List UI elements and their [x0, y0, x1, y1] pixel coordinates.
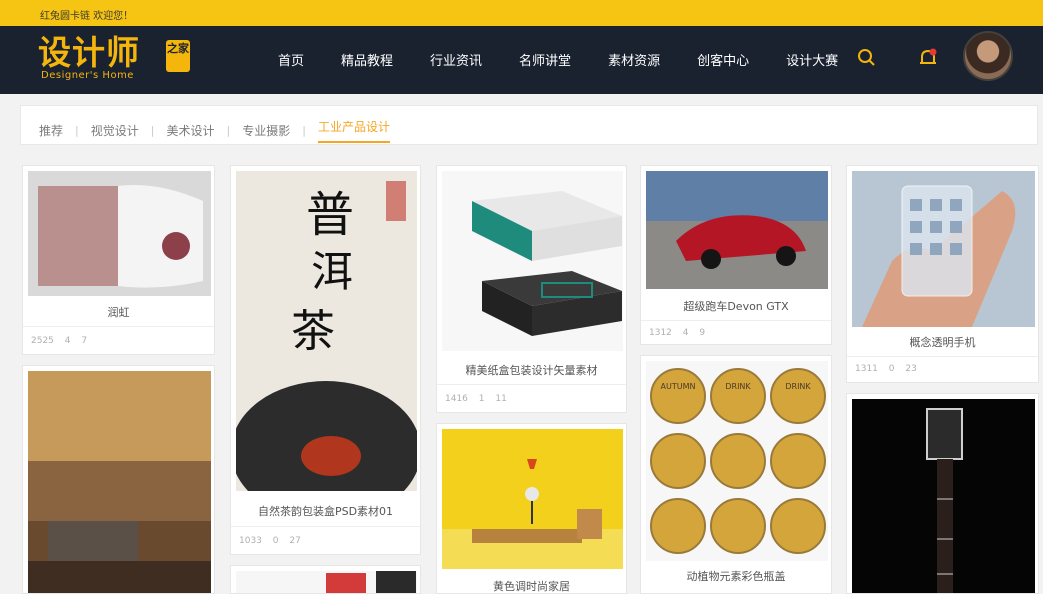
category-separator: |	[150, 124, 155, 137]
svg-text:茶: 茶	[291, 306, 335, 357]
category-bar: 推荐 | 视觉设计 | 美术设计 | 专业摄影 | 工业产品设计	[20, 105, 1038, 145]
card-stats: 2525 4 7	[31, 336, 95, 346]
nav-item-home[interactable]: 首页	[278, 50, 304, 69]
work-card[interactable]	[846, 393, 1039, 594]
bell-icon[interactable]	[916, 46, 940, 70]
category-industrial-design[interactable]: 工业产品设计	[317, 118, 390, 143]
like-count: 4	[682, 328, 689, 338]
svg-text:洱: 洱	[311, 247, 353, 296]
site-header: 设计师 Designer's Home 之家 首页 精品教程 行业资讯 名师讲堂…	[0, 26, 1043, 94]
card-image	[442, 171, 623, 351]
work-card[interactable]	[22, 365, 215, 594]
card-title: 动植物元素彩色瓶盖	[686, 570, 786, 583]
card-title: 超级跑车Devon GTX	[683, 300, 789, 313]
nav-item-lectures[interactable]: 名师讲堂	[519, 50, 571, 69]
work-card[interactable]: 黄色调时尚家居	[436, 423, 627, 594]
card-image	[852, 399, 1035, 593]
card-image	[236, 571, 417, 593]
card-image	[852, 171, 1035, 327]
comment-count: 11	[495, 394, 507, 404]
card-image	[28, 171, 211, 296]
category-art-design[interactable]: 美术设计	[166, 122, 214, 139]
card-stats: 1033 0 27	[239, 536, 309, 546]
category-separator: |	[75, 124, 79, 137]
tea-art-title: 普	[306, 187, 354, 243]
card-stats: 1416 1 11	[445, 394, 515, 404]
view-count: 1416	[445, 394, 468, 404]
comment-count: 27	[289, 536, 301, 546]
work-card[interactable]: 润虹 2525 4 7	[22, 165, 215, 355]
comment-count: 23	[905, 364, 917, 374]
view-count: 2525	[31, 336, 54, 346]
category-visual-design[interactable]: 视觉设计	[91, 122, 139, 139]
user-avatar[interactable]	[963, 31, 1013, 81]
work-card[interactable]	[230, 565, 421, 594]
logo-title: 设计师	[38, 33, 140, 72]
view-count: 1033	[239, 536, 262, 546]
card-image	[442, 429, 623, 569]
card-title: 精美纸盒包装设计矢量素材	[465, 364, 598, 377]
like-count: 1	[478, 394, 485, 404]
welcome-text: 红兔圆卡链 欢迎您！	[40, 11, 134, 22]
like-count: 0	[888, 364, 895, 374]
nav-item-maker[interactable]: 创客中心	[697, 50, 749, 69]
view-count: 1312	[649, 328, 672, 338]
cap-label: DRINK	[725, 382, 751, 391]
like-count: 0	[272, 536, 279, 546]
card-stats: 1312 4 9	[649, 328, 713, 338]
category-separator: |	[302, 124, 306, 137]
work-card[interactable]: 超级跑车Devon GTX 1312 4 9	[640, 165, 832, 345]
comment-count: 7	[81, 336, 88, 346]
card-image	[646, 171, 828, 289]
nav-item-news[interactable]: 行业资讯	[430, 50, 482, 69]
view-count: 1311	[855, 364, 878, 374]
work-card[interactable]: 普 洱 茶 自然茶韵包装盒PSD素材01 1033 0 27	[230, 165, 421, 555]
card-image: 普 洱 茶	[236, 171, 417, 491]
nav-item-contest[interactable]: 设计大赛	[786, 50, 838, 69]
main-nav: 首页 精品教程 行业资讯 名师讲堂 素材资源 创客中心 设计大赛	[278, 50, 875, 69]
card-image: AUTUMN DRINK DRINK	[646, 361, 828, 561]
logo-badge: 之家	[166, 40, 190, 72]
nav-item-resources[interactable]: 素材资源	[608, 50, 660, 69]
category-separator: |	[226, 124, 231, 137]
logo-subtitle: Designer's Home	[41, 70, 134, 81]
category-photography[interactable]: 专业摄影	[242, 122, 290, 139]
work-card[interactable]: AUTUMN DRINK DRINK 动植物元素彩色瓶盖	[640, 355, 832, 594]
card-title: 概念透明手机	[909, 336, 976, 349]
nav-item-tutorials[interactable]: 精品教程	[341, 50, 393, 69]
card-title: 自然茶韵包装盒PSD素材01	[257, 505, 394, 518]
like-count: 4	[64, 336, 71, 346]
cap-label: DRINK	[785, 382, 811, 391]
work-card[interactable]: 概念透明手机 1311 0 23	[846, 165, 1039, 383]
card-title: 润虹	[107, 306, 130, 319]
top-welcome-bar: 红兔圆卡链 欢迎您！	[0, 0, 1043, 26]
cap-label: AUTUMN	[661, 382, 696, 391]
work-card[interactable]: 精美纸盒包装设计矢量素材 1416 1 11	[436, 165, 627, 413]
card-image	[28, 371, 211, 593]
search-icon[interactable]	[855, 46, 879, 70]
card-stats: 1311 0 23	[855, 364, 925, 374]
card-title: 黄色调时尚家居	[493, 580, 570, 593]
comment-count: 9	[699, 328, 706, 338]
category-recommend[interactable]: 推荐	[39, 122, 63, 139]
site-logo[interactable]: 设计师 Designer's Home 之家	[38, 34, 194, 86]
